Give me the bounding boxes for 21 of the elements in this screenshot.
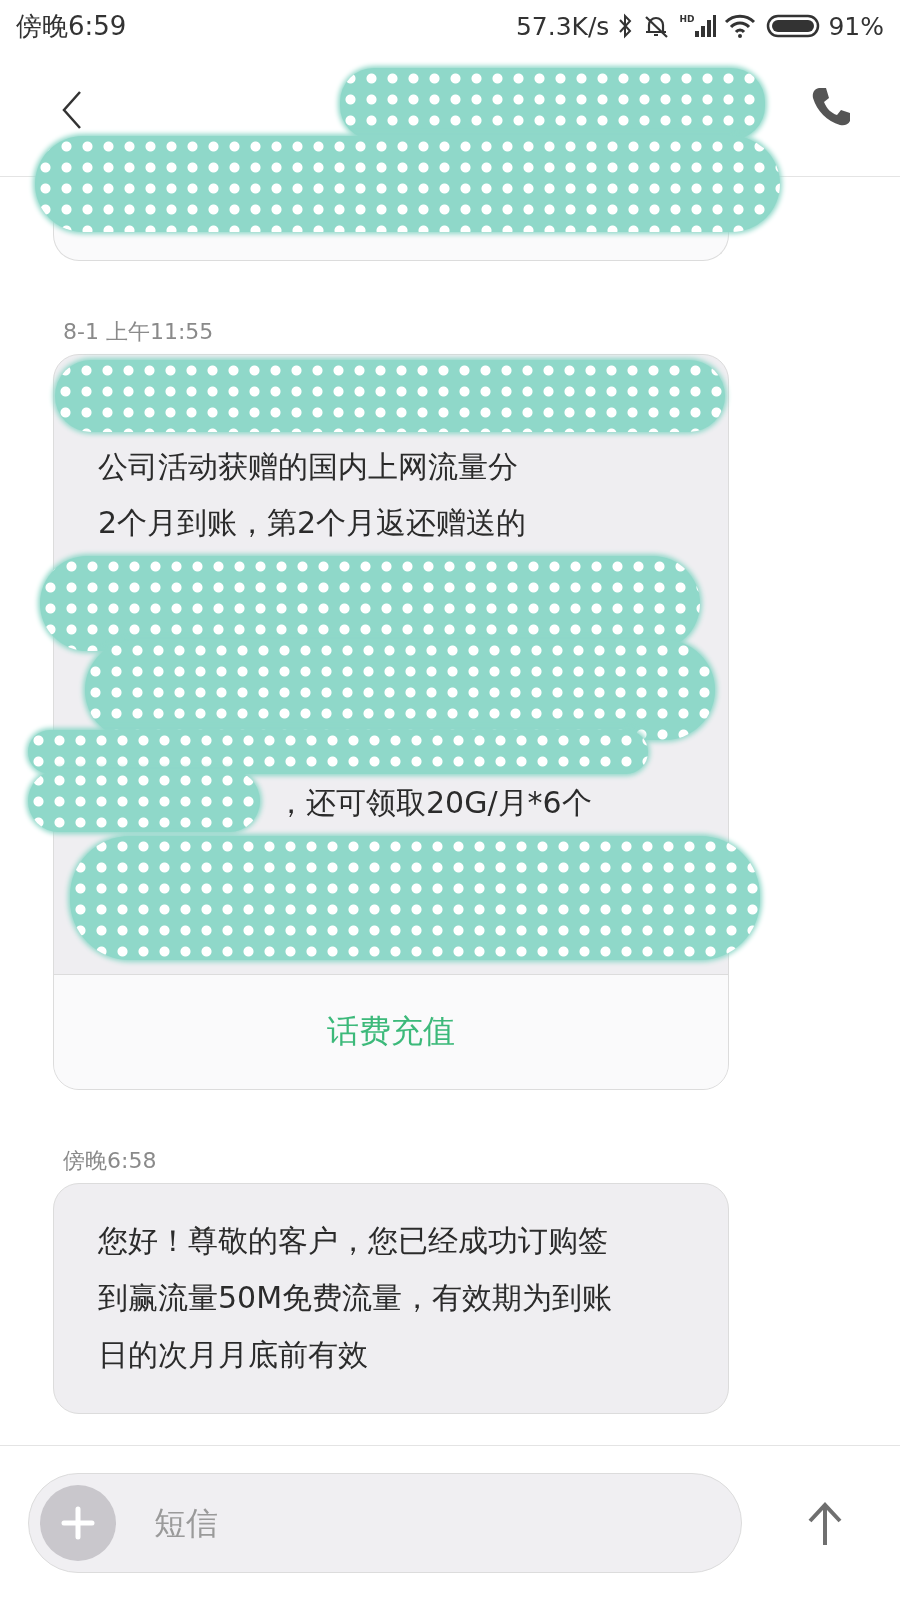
- battery-percent: 91%: [828, 11, 884, 41]
- bluetooth-icon: [617, 13, 634, 39]
- message-text: 2个月到账，第2个月返还赠送的: [98, 505, 527, 540]
- status-time: 傍晚6:59: [16, 9, 127, 43]
- message-text: 日的次月月底前有效: [98, 1337, 368, 1372]
- message-time: 8-1 上午11:55: [63, 319, 214, 345]
- network-speed: 57.3K/s: [515, 11, 610, 41]
- network-type-label: HD: [679, 15, 695, 24]
- message-text: 您好！尊敬的客户，您已经成功订购签: [98, 1223, 608, 1258]
- message-input-field[interactable]: 短信: [28, 1473, 742, 1573]
- message-time: 傍晚6:58: [63, 1148, 157, 1174]
- message-text: 公司活动获赠的国内上网流量分: [98, 449, 518, 484]
- back-icon[interactable]: [60, 90, 84, 130]
- signal-icon: [694, 14, 717, 38]
- send-arrow-icon[interactable]: [806, 1501, 844, 1547]
- text-input[interactable]: 短信: [152, 1503, 656, 1543]
- message-text: ，还可领取20G/月*6个: [276, 785, 592, 820]
- recharge-button[interactable]: 话费充值: [315, 1004, 467, 1060]
- phone-icon[interactable]: [810, 85, 852, 127]
- battery-icon: [766, 13, 821, 39]
- message-text: 到赢流量50M免费流量，有效期为到账: [98, 1280, 613, 1315]
